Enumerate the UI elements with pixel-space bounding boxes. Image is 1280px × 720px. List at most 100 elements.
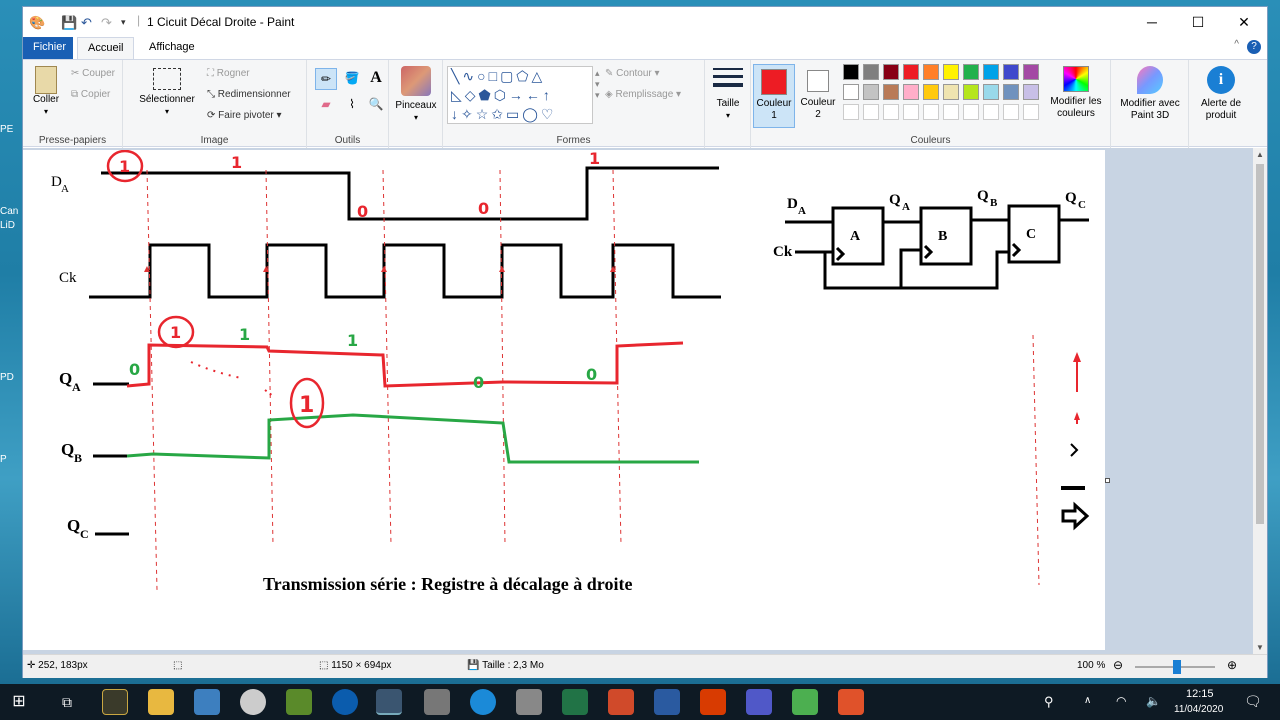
magnifier-icon[interactable]: 🔍 bbox=[365, 94, 387, 116]
palette-swatch-empty[interactable] bbox=[1023, 104, 1039, 120]
edit-colors-button[interactable]: Modifier les couleurs bbox=[1043, 64, 1109, 120]
people-icon[interactable]: ⚲ bbox=[1044, 694, 1054, 710]
palette-swatch-empty[interactable] bbox=[1003, 104, 1019, 120]
taskbar-app-icon[interactable] bbox=[516, 689, 542, 715]
clock-time[interactable]: 12:15 bbox=[1186, 688, 1214, 700]
palette-swatch[interactable] bbox=[963, 64, 979, 80]
palette-swatch-empty[interactable] bbox=[943, 104, 959, 120]
taskbar-app-icon[interactable] bbox=[838, 689, 864, 715]
cut-button[interactable]: ✂ Couper bbox=[71, 68, 115, 79]
palette-swatch[interactable] bbox=[903, 64, 919, 80]
redo-icon[interactable]: ↷ bbox=[101, 15, 112, 31]
fill-button[interactable]: ◈ Remplissage ▾ bbox=[605, 89, 681, 100]
taskbar-app-icon[interactable] bbox=[102, 689, 128, 715]
teams-icon[interactable] bbox=[746, 689, 772, 715]
collapse-ribbon-icon[interactable]: ^ bbox=[1234, 39, 1239, 50]
shapes-scroll-icon[interactable]: ▴ ▾ ▾ bbox=[595, 68, 600, 101]
file-explorer-icon[interactable] bbox=[148, 689, 174, 715]
vertical-scrollbar[interactable]: ▲ ▼ bbox=[1253, 148, 1267, 654]
zoom-out-button[interactable]: ⊖ bbox=[1113, 658, 1123, 672]
outline-button[interactable]: ✎ Contour ▾ bbox=[605, 68, 660, 79]
tab-view[interactable]: Affichage bbox=[139, 37, 205, 59]
copy-button[interactable]: ⧉ Copier bbox=[71, 89, 110, 100]
palette-swatch[interactable] bbox=[843, 84, 859, 100]
palette-swatch[interactable] bbox=[883, 64, 899, 80]
palette-swatch[interactable] bbox=[1023, 64, 1039, 80]
palette-swatch-empty[interactable] bbox=[883, 104, 899, 120]
edge-icon[interactable] bbox=[332, 689, 358, 715]
palette-swatch[interactable] bbox=[963, 84, 979, 100]
close-button[interactable]: ✕ bbox=[1221, 7, 1267, 37]
palette-swatch-empty[interactable] bbox=[983, 104, 999, 120]
palette-swatch[interactable] bbox=[843, 64, 859, 80]
clock-date[interactable]: 11/04/2020 bbox=[1174, 704, 1223, 715]
palette-swatch[interactable] bbox=[943, 84, 959, 100]
resize-button[interactable]: ⤡ Redimensionner bbox=[207, 89, 291, 100]
help-icon[interactable]: ? bbox=[1247, 40, 1261, 54]
paint3d-button[interactable]: Modifier avec Paint 3D bbox=[1113, 64, 1187, 122]
scroll-thumb[interactable] bbox=[1256, 164, 1264, 524]
palette-swatch[interactable] bbox=[923, 64, 939, 80]
quick-access-dropdown-icon[interactable]: ▾ bbox=[121, 17, 126, 28]
palette-swatch-empty[interactable] bbox=[963, 104, 979, 120]
undo-icon[interactable]: ↶ bbox=[81, 15, 92, 31]
zoom-slider-thumb[interactable] bbox=[1173, 660, 1181, 674]
taskbar-app-icon[interactable] bbox=[286, 689, 312, 715]
drawing-canvas[interactable]: D A Ck Q A Q B Q C 1 1 0 0 1 1 1 1 0 0 0… bbox=[23, 149, 1105, 650]
calculator-icon[interactable] bbox=[424, 689, 450, 715]
task-view-icon[interactable]: ⧉ bbox=[54, 689, 80, 715]
palette-swatch[interactable] bbox=[863, 84, 879, 100]
paste-button[interactable]: Coller ▾ bbox=[29, 66, 63, 118]
windows-start-icon[interactable]: ⊞ bbox=[6, 689, 32, 715]
excel-icon[interactable] bbox=[562, 689, 588, 715]
palette-swatch[interactable] bbox=[983, 64, 999, 80]
pencil-icon[interactable]: ✏ bbox=[315, 68, 337, 90]
paint-taskbar-icon[interactable] bbox=[376, 689, 402, 715]
palette-swatch-empty[interactable] bbox=[903, 104, 919, 120]
tab-home[interactable]: Accueil bbox=[77, 37, 135, 59]
palette-swatch[interactable] bbox=[903, 84, 919, 100]
scroll-down-icon[interactable]: ▼ bbox=[1256, 643, 1264, 652]
palette-swatch[interactable] bbox=[1023, 84, 1039, 100]
taskbar-app-icon[interactable] bbox=[654, 689, 680, 715]
volume-icon[interactable]: 🔈 bbox=[1146, 694, 1161, 708]
powerpoint-icon[interactable] bbox=[608, 689, 634, 715]
shapes-gallery[interactable]: ╲∿○□▢⬠△ ◺◇⬟⬡→←↑ ↓✧☆✩▭◯♡ bbox=[447, 66, 593, 124]
palette-swatch[interactable] bbox=[923, 84, 939, 100]
color-picker-icon[interactable]: ⌇ bbox=[341, 94, 363, 116]
palette-swatch[interactable] bbox=[883, 84, 899, 100]
wifi-icon[interactable]: ◠ bbox=[1116, 694, 1126, 708]
camtasia-icon[interactable] bbox=[792, 689, 818, 715]
notifications-icon[interactable]: 🗨 bbox=[1244, 693, 1262, 710]
eraser-icon[interactable]: ▰ bbox=[315, 94, 337, 116]
office-icon[interactable] bbox=[700, 689, 726, 715]
internet-explorer-icon[interactable] bbox=[470, 689, 496, 715]
zoom-in-button[interactable]: ⊕ bbox=[1227, 658, 1237, 672]
palette-swatch-empty[interactable] bbox=[843, 104, 859, 120]
palette-swatch-empty[interactable] bbox=[863, 104, 879, 120]
product-alert-button[interactable]: i Alerte de produit bbox=[1189, 64, 1253, 122]
palette-swatch[interactable] bbox=[943, 64, 959, 80]
fill-bucket-icon[interactable]: 🪣 bbox=[341, 68, 363, 90]
tab-file[interactable]: Fichier bbox=[23, 37, 73, 59]
minimize-button[interactable]: ─ bbox=[1129, 7, 1175, 37]
save-icon[interactable]: 💾 bbox=[61, 15, 77, 31]
size-button[interactable]: Taille ▾ bbox=[707, 68, 749, 122]
show-hidden-icons[interactable]: ∧ bbox=[1084, 695, 1091, 706]
taskbar-app-icon[interactable] bbox=[240, 689, 266, 715]
color2-button[interactable]: Couleur 2 bbox=[797, 64, 839, 128]
select-button[interactable]: Sélectionner ▾ bbox=[135, 68, 199, 118]
crop-button[interactable]: ⛶ Rogner bbox=[207, 68, 250, 79]
palette-swatch[interactable] bbox=[1003, 64, 1019, 80]
brushes-button[interactable]: Pinceaux ▾ bbox=[391, 66, 441, 124]
rotate-button[interactable]: ⟳ Faire pivoter ▾ bbox=[207, 110, 282, 121]
taskbar-app-icon[interactable] bbox=[194, 689, 220, 715]
palette-swatch[interactable] bbox=[1003, 84, 1019, 100]
text-tool-icon[interactable]: A bbox=[365, 68, 387, 90]
scroll-up-icon[interactable]: ▲ bbox=[1256, 150, 1264, 159]
palette-swatch-empty[interactable] bbox=[923, 104, 939, 120]
canvas-resize-handle[interactable] bbox=[1105, 478, 1110, 483]
palette-swatch[interactable] bbox=[863, 64, 879, 80]
palette-swatch[interactable] bbox=[983, 84, 999, 100]
maximize-button[interactable]: ☐ bbox=[1175, 7, 1221, 37]
